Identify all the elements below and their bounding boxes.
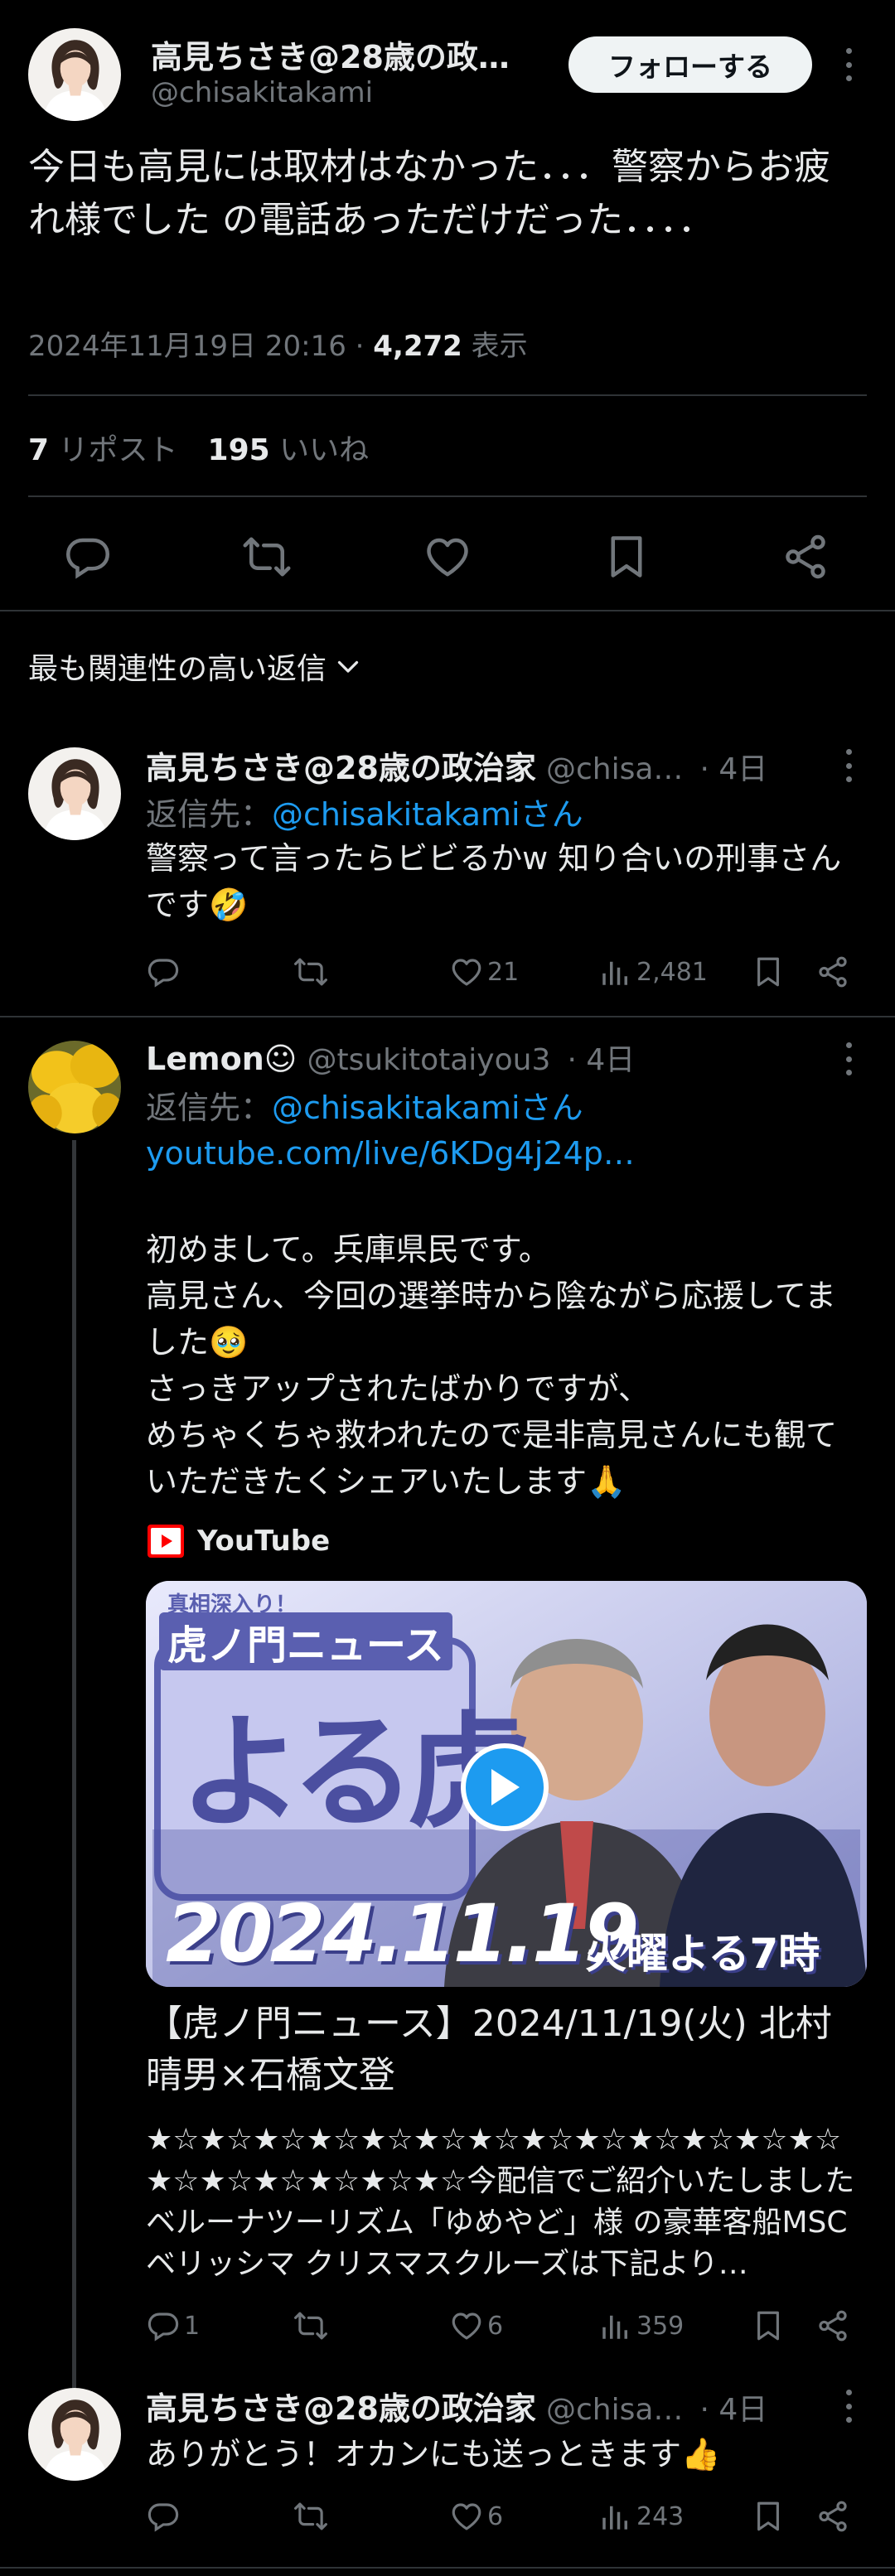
reply-author-name[interactable]: 高見ちさき@28歳の政治家 [146, 2390, 536, 2427]
like-count: 21 [487, 957, 520, 987]
views-icon[interactable]: 243 [598, 2499, 684, 2534]
reply-time[interactable]: · 4日 [567, 1043, 635, 1077]
reply-avatar[interactable] [28, 747, 121, 840]
repost-icon[interactable] [242, 532, 292, 582]
share-icon[interactable] [815, 2308, 854, 2343]
card-description: ★☆★☆★☆★☆★☆★☆★☆★☆★☆★☆★☆★☆★☆★☆★☆★☆★☆★☆★☆今配… [146, 2123, 855, 2281]
views-label: 表示 [462, 330, 528, 363]
views-icon[interactable]: 359 [598, 2308, 684, 2343]
divider [0, 2567, 895, 2569]
reply-to-prefix: 返信先： [146, 1090, 273, 1126]
reply-time[interactable]: · 4日 [700, 752, 768, 786]
like-icon[interactable]: 6 [449, 2308, 503, 2343]
author-name[interactable]: 高見ちさき@28歳の政… [151, 31, 510, 77]
share-icon[interactable] [815, 955, 854, 989]
views-count: 4,272 [373, 330, 462, 363]
author-handle[interactable]: @chisakitakami [151, 76, 373, 109]
thumbnail-title: 虎ノ門ニュース [159, 1612, 452, 1670]
likes-label: いいね [269, 433, 370, 467]
video-thumbnail[interactable]: 真相深入り！ 虎ノ門ニュース よる虎 2024.11.19 火曜よる7時 [146, 1581, 867, 1987]
reply-action-bar: 1 6 359 [146, 2305, 859, 2348]
follow-button[interactable]: フォローする [568, 36, 812, 93]
reply-text: ありがとう！オカンにも送っときます👍 [146, 2436, 721, 2472]
views-count: 243 [636, 2501, 685, 2531]
bookmark-icon[interactable] [751, 2499, 789, 2534]
card-source-label: YouTube [197, 1525, 331, 1558]
thumbnail-day: 火曜よる7時 [585, 1930, 820, 1978]
tweet-meta: 2024年11月19日 20:16 · 4,272 表示 [28, 323, 528, 364]
reply-to-handle[interactable]: @chisakitakamiさん [272, 796, 583, 833]
more-options-icon[interactable] [840, 48, 857, 81]
share-icon[interactable] [815, 2499, 854, 2534]
reply-time[interactable]: · 4日 [700, 2393, 768, 2427]
reply-icon[interactable] [146, 955, 184, 989]
like-icon[interactable] [423, 532, 472, 582]
reply-handle[interactable]: @tsukitotaiyou3 [307, 1043, 550, 1077]
likes-count: 195 [207, 433, 270, 467]
more-options-icon[interactable] [840, 1042, 857, 1075]
reply-action-bar: 6 243 [146, 2496, 859, 2539]
follow-button-label: フォローする [608, 51, 772, 83]
reply-action-bar: 21 2,481 [146, 951, 859, 994]
reply-avatar[interactable] [28, 2388, 121, 2481]
reply-text: 警察って言ったらビビるかw 知り合いの刑事さんです🤣 [146, 840, 842, 923]
card-source: YouTube [146, 1521, 330, 1561]
reply-handle[interactable]: @chisa… [546, 752, 683, 786]
youtube-link[interactable]: youtube.com/live/6KDg4j24p… [146, 1135, 635, 1172]
reply-icon[interactable] [63, 532, 113, 582]
divider [28, 495, 867, 497]
divider [0, 1016, 895, 1017]
play-icon[interactable] [461, 1743, 549, 1831]
divider [28, 394, 867, 396]
reposts-count: 7 [28, 433, 50, 467]
replies-sort-label: 最も関連性の高い返信 [28, 652, 327, 686]
views-count: 359 [636, 2311, 685, 2341]
divider [0, 610, 895, 611]
likes-count-link[interactable]: 195 いいね [208, 433, 370, 467]
bookmark-icon[interactable] [751, 955, 789, 989]
reply-header: Lemon☺ @tsukitotaiyou3 · 4日 [146, 1036, 635, 1079]
more-options-icon[interactable] [840, 749, 857, 782]
repost-icon[interactable] [293, 955, 331, 989]
replies-sort-dropdown[interactable]: 最も関連性の高い返信 [28, 645, 363, 688]
tweet-date[interactable]: 2024年11月19日 20:16 · [28, 330, 373, 363]
reply-header: 高見ちさき@28歳の政治家 @chisa… · 4日 [146, 2383, 767, 2429]
tweet-text: 今日も高見には取材はなかった．．．警察からお疲れ様でした の電話あっただけだった… [28, 146, 830, 241]
bookmark-icon[interactable] [602, 532, 651, 582]
bookmark-icon[interactable] [751, 2308, 789, 2343]
reply-author-name[interactable]: Lemon☺ [146, 1041, 297, 1077]
reply-to-line: 返信先：@chisakitakamiさん [146, 789, 583, 834]
share-icon[interactable] [781, 532, 830, 582]
reply-icon[interactable] [146, 2499, 184, 2534]
repost-icon[interactable] [293, 2308, 331, 2343]
card-title[interactable]: 【虎ノ門ニュース】2024/11/19(火) 北村晴男×石橋文登 [146, 1998, 859, 2101]
reply-author-name[interactable]: 高見ちさき@28歳の政治家 [146, 750, 536, 786]
views-count: 2,481 [636, 957, 708, 987]
chevron-down-icon [333, 651, 363, 681]
reply-text: 初めまして。兵庫県民です。 高見さん、今回の選挙時から陰ながら応援してました🥹 … [146, 1231, 838, 1500]
youtube-icon [148, 1525, 184, 1558]
like-icon[interactable]: 6 [449, 2499, 503, 2534]
reply-to-line: 返信先：@chisakitakamiさん [146, 1082, 583, 1128]
more-options-icon[interactable] [840, 2390, 857, 2423]
like-count: 6 [487, 2501, 504, 2531]
repost-count-link[interactable]: 7 リポスト [28, 433, 178, 467]
thumbnail-date: 2024.11.19 [166, 1887, 639, 1980]
reply-to-handle[interactable]: @chisakitakamiさん [272, 1090, 583, 1126]
reply-to-prefix: 返信先： [146, 796, 273, 833]
reply-handle[interactable]: @chisa… [546, 2393, 683, 2427]
like-count: 6 [487, 2311, 504, 2341]
reposts-label: リポスト [49, 433, 178, 467]
thread-line [72, 1140, 76, 2396]
views-icon[interactable]: 2,481 [598, 955, 708, 989]
repost-icon[interactable] [293, 2499, 331, 2534]
reply-count: 1 [184, 2311, 201, 2341]
like-icon[interactable]: 21 [449, 955, 519, 989]
engagement-counts: 7 リポスト 195 いいね [28, 426, 369, 469]
lemon-avatar[interactable] [28, 1041, 121, 1133]
reply-icon[interactable]: 1 [146, 2308, 200, 2343]
author-avatar[interactable] [28, 28, 121, 121]
reply-header: 高見ちさき@28歳の政治家 @chisa… · 4日 [146, 742, 767, 788]
